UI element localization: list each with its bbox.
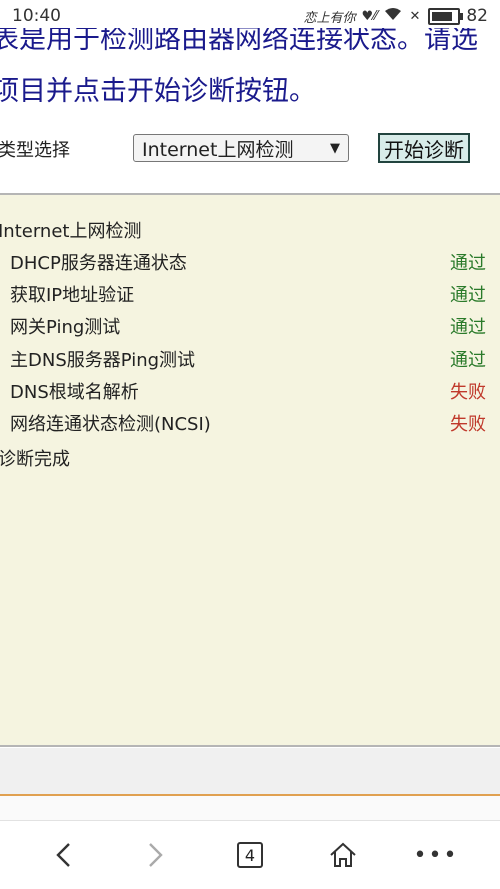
result-row: DNS根域名解析 失败 <box>10 378 486 404</box>
intro-line-2: 项目并点击开始诊断按钮。 <box>0 76 316 107</box>
forward-button[interactable] <box>133 833 177 877</box>
battery-icon <box>428 7 464 25</box>
result-status: 失败 <box>450 414 486 435</box>
start-diagnosis-button[interactable]: 开始诊断 <box>378 133 470 163</box>
result-row: DHCP服务器连通状态 通过 <box>10 249 486 275</box>
result-name: 获取IP地址验证 <box>10 285 135 306</box>
home-button[interactable] <box>321 833 365 877</box>
clock: 10:40 <box>12 6 61 26</box>
dropdown-arrow-icon: ▼ <box>330 140 340 156</box>
page-bottom-area <box>0 796 500 820</box>
result-status: 通过 <box>450 285 486 306</box>
mute-icon: ✕ <box>409 8 421 24</box>
result-status: 通过 <box>450 317 486 338</box>
result-row: 获取IP地址验证 通过 <box>10 281 486 307</box>
more-button[interactable]: ••• <box>414 833 458 877</box>
carrier-label: 恋上有你 <box>303 10 356 26</box>
results-panel: Internet上网检测 DHCP服务器连通状态 通过 获取IP地址验证 通过 … <box>0 193 500 747</box>
result-name: 网关Ping测试 <box>10 317 121 338</box>
tabs-button[interactable]: 4 <box>228 833 272 877</box>
type-select-label: 类型选择 <box>0 140 70 161</box>
result-row: 网络连通状态检测(NCSI) 失败 <box>10 410 486 436</box>
status-icons: 恋上有你 ♥⁄⁄ ✕ 82 <box>303 6 488 26</box>
result-row: 主DNS服务器Ping测试 通过 <box>10 346 486 372</box>
heart-rate-icon: ♥⁄⁄ <box>361 8 378 24</box>
results-heading: Internet上网检测 <box>0 221 142 242</box>
result-status: 失败 <box>450 382 486 403</box>
wifi-icon <box>383 7 403 25</box>
result-status: 通过 <box>450 350 486 371</box>
back-arrow-icon <box>56 843 70 867</box>
back-button[interactable] <box>42 833 86 877</box>
type-select-value: Internet上网检测 <box>142 138 294 161</box>
result-name: DHCP服务器连通状态 <box>10 253 187 274</box>
home-icon <box>330 842 356 867</box>
battery-percent: 82 <box>466 6 488 26</box>
result-row: 网关Ping测试 通过 <box>10 313 486 339</box>
diagnosis-complete-text: 诊断完成 <box>0 449 70 470</box>
result-name: 主DNS服务器Ping测试 <box>10 350 196 371</box>
tab-count: 4 <box>237 842 263 868</box>
more-dots-icon: ••• <box>413 842 459 868</box>
result-status: 通过 <box>450 253 486 274</box>
browser-nav-bar: 4 ••• <box>0 820 500 889</box>
result-name: 网络连通状态检测(NCSI) <box>10 414 211 435</box>
page-footer-area <box>0 748 500 794</box>
result-name: DNS根域名解析 <box>10 382 139 403</box>
forward-arrow-icon <box>149 843 163 867</box>
diagnosis-type-select[interactable]: Internet上网检测 ▼ <box>133 134 349 162</box>
